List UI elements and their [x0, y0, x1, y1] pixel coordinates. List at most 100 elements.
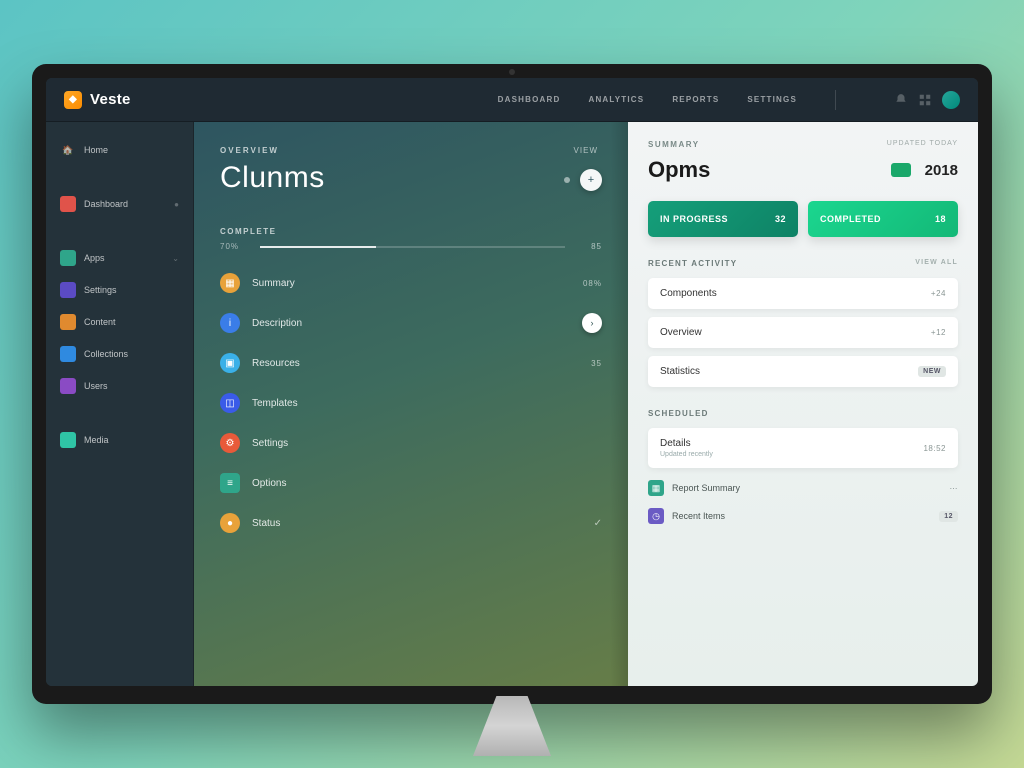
card-value: +24: [931, 289, 946, 298]
list-value: 35: [591, 359, 602, 368]
folder-icon: ▣: [220, 353, 240, 373]
section-label: RECENT ACTIVITY: [648, 259, 737, 268]
loose-label: Recent Items: [672, 511, 725, 521]
check-icon: ✓: [594, 518, 602, 529]
list-item[interactable]: ⚙ Settings: [220, 433, 602, 453]
sidebar-item-content[interactable]: Content: [54, 308, 185, 336]
more-icon[interactable]: ⋯: [950, 484, 959, 493]
pill-value: 32: [775, 214, 786, 224]
loose-label: Report Summary: [672, 483, 740, 493]
brand[interactable]: ◆ Veste: [64, 91, 131, 109]
sidebar-item-dashboard[interactable]: Dashboard ●: [54, 190, 185, 218]
progress-label: 70%: [220, 242, 248, 251]
progress-value: 85: [591, 242, 602, 251]
grid-icon[interactable]: [918, 93, 932, 107]
list-label: Options: [252, 478, 286, 489]
list-item[interactable]: ▣ Resources 35: [220, 353, 602, 373]
panel-meta: UPDATED TODAY: [887, 140, 958, 147]
bell-icon[interactable]: [894, 93, 908, 107]
sidebar-label: Settings: [84, 285, 117, 295]
sidebar-label: Content: [84, 317, 116, 327]
main-title: Clunms: [220, 161, 325, 195]
badge-icon: ●: [174, 200, 179, 209]
progress-row: 70% 85: [220, 242, 602, 251]
home-icon: 🏠: [60, 142, 76, 158]
sidebar-item-home[interactable]: 🏠 Home: [54, 136, 185, 164]
card-item[interactable]: Statistics NEW: [648, 356, 958, 387]
template-icon: ◫: [220, 393, 240, 413]
mid-list: ▦ Summary 08% i Description › ▣ Resource…: [220, 273, 602, 533]
pill-completed[interactable]: COMPLETED 18: [808, 201, 958, 237]
list-item[interactable]: ● Status ✓: [220, 513, 602, 533]
count-badge: 12: [939, 511, 958, 522]
status-icon: ●: [220, 513, 240, 533]
add-button[interactable]: +: [580, 169, 602, 191]
apps-icon: [60, 250, 76, 266]
section-label: COMPLETE: [220, 227, 602, 236]
list-item[interactable]: ≡ Options: [220, 473, 602, 493]
pill-in-progress[interactable]: IN PROGRESS 32: [648, 201, 798, 237]
content-icon: [60, 314, 76, 330]
recent-icon: ◷: [648, 508, 664, 524]
card-item[interactable]: Details Updated recently 18:52: [648, 428, 958, 468]
pill-row: IN PROGRESS 32 COMPLETED 18: [648, 201, 958, 237]
card-sub: Updated recently: [660, 451, 713, 458]
camera-dot: [509, 69, 515, 75]
pill-label: COMPLETED: [820, 214, 881, 224]
list-item[interactable]: i Description ›: [220, 313, 602, 333]
card-badge: NEW: [918, 366, 946, 377]
topnav-icons: [894, 91, 960, 109]
section-header: RECENT ACTIVITY VIEW ALL: [648, 259, 958, 268]
panel-title: Opms: [648, 157, 710, 183]
card-label: Overview: [660, 327, 702, 338]
separator: [835, 90, 836, 110]
nav-link[interactable]: REPORTS: [672, 95, 719, 104]
sidebar-item-apps[interactable]: Apps ⌄: [54, 244, 185, 272]
list-label: Settings: [252, 438, 288, 449]
progress-bar: [260, 246, 565, 248]
list-label: Status: [252, 518, 280, 529]
nav-link[interactable]: SETTINGS: [747, 95, 797, 104]
section-header: SCHEDULED: [648, 409, 958, 418]
dashboard-icon: [60, 196, 76, 212]
indicator-dot: [564, 177, 570, 183]
top-nav: ◆ Veste DASHBOARD ANALYTICS REPORTS SETT…: [46, 78, 978, 122]
loose-item[interactable]: ◷ Recent Items 12: [648, 508, 958, 524]
card-value: +12: [931, 328, 946, 337]
sidebar-item-collections[interactable]: Collections: [54, 340, 185, 368]
sidebar-item-media[interactable]: Media: [54, 426, 185, 454]
section-meta[interactable]: VIEW ALL: [915, 259, 958, 268]
topnav-links: DASHBOARD ANALYTICS REPORTS SETTINGS: [498, 90, 960, 110]
sidebar-item-settings[interactable]: Settings: [54, 276, 185, 304]
users-icon: [60, 378, 76, 394]
monitor-stand: [447, 696, 577, 756]
report-icon: ▦: [648, 480, 664, 496]
monitor-frame: ◆ Veste DASHBOARD ANALYTICS REPORTS SETT…: [32, 64, 992, 704]
right-panel: UPDATED TODAY SUMMARY Opms 2018 IN PROGR…: [628, 122, 978, 686]
settings-icon: [60, 282, 76, 298]
doc-icon: ▦: [220, 273, 240, 293]
avatar[interactable]: [942, 91, 960, 109]
list-label: Templates: [252, 398, 298, 409]
card-item[interactable]: Overview +12: [648, 317, 958, 348]
options-icon: ≡: [220, 473, 240, 493]
collections-icon: [60, 346, 76, 362]
nav-link[interactable]: ANALYTICS: [588, 95, 644, 104]
chevron-down-icon: ⌄: [172, 254, 179, 263]
brand-icon: ◆: [64, 91, 82, 109]
sidebar-label: Media: [84, 435, 109, 445]
sidebar-label: Dashboard: [84, 199, 128, 209]
list-item[interactable]: ▦ Summary 08%: [220, 273, 602, 293]
loose-item[interactable]: ▦ Report Summary ⋯: [648, 480, 958, 496]
eyebrow: OVERVIEW: [220, 146, 602, 155]
sidebar-label: Collections: [84, 349, 128, 359]
media-icon: [60, 432, 76, 448]
card-item[interactable]: Components +24: [648, 278, 958, 309]
list-item[interactable]: ◫ Templates: [220, 393, 602, 413]
nav-link[interactable]: DASHBOARD: [498, 95, 561, 104]
gear-icon: ⚙: [220, 433, 240, 453]
sidebar-item-users[interactable]: Users: [54, 372, 185, 400]
sidebar-label: Users: [84, 381, 108, 391]
action-circle[interactable]: ›: [582, 313, 602, 333]
panel-year: 2018: [925, 162, 958, 179]
